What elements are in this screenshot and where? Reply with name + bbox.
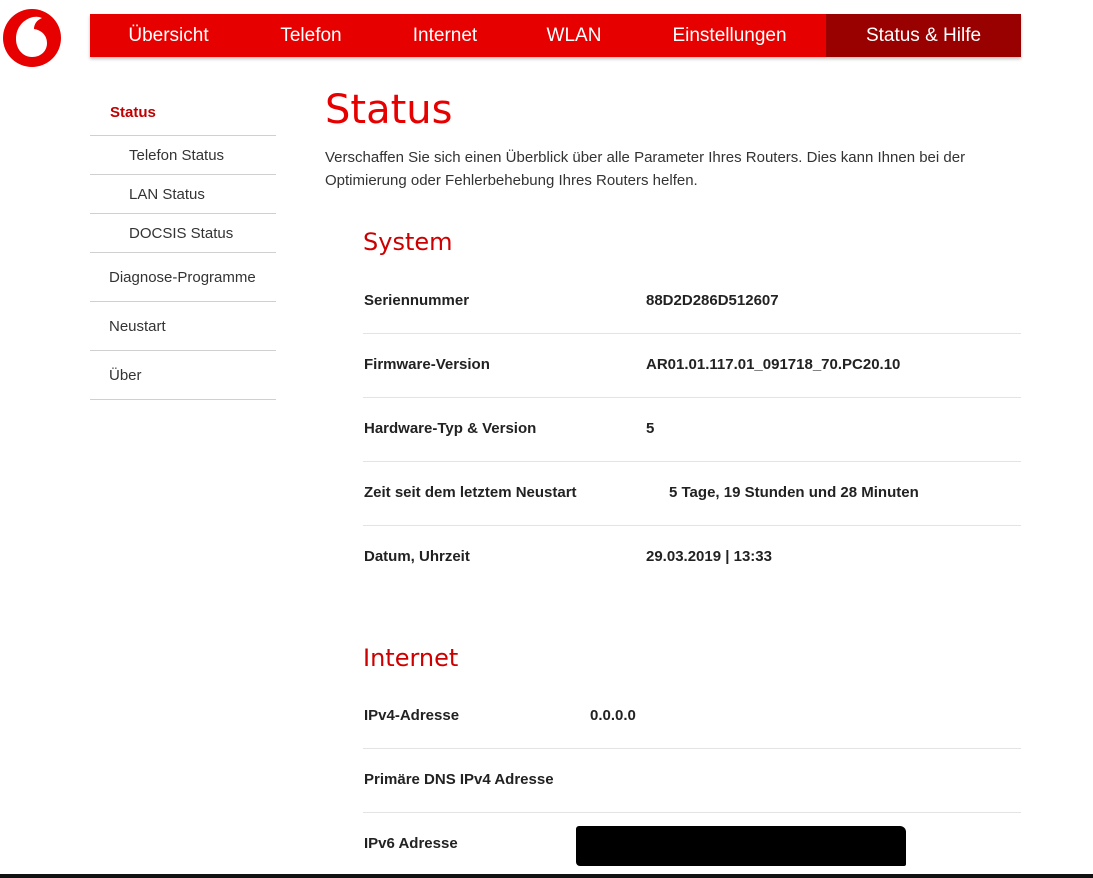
sidebar-item-docsis-status[interactable]: DOCSIS Status (90, 214, 276, 253)
row-label: Datum, Uhrzeit (364, 548, 470, 565)
sidebar-item-lan-status[interactable]: LAN Status (90, 175, 276, 214)
tab-status-hilfe[interactable]: Status & Hilfe (826, 14, 1021, 57)
row-value: 0.0.0.0 (590, 707, 636, 724)
row-value: AR01.01.117.01_091718_70.PC20.10 (646, 356, 901, 373)
table-row: Firmware-Version AR01.01.117.01_091718_7… (363, 334, 1021, 398)
sidebar-item-telefon-status[interactable]: Telefon Status (90, 136, 276, 175)
section-title-internet: Internet (363, 644, 459, 672)
vodafone-logo-icon (3, 9, 61, 67)
row-value: 29.03.2019 | 13:33 (646, 548, 772, 565)
row-label: Seriennummer (364, 292, 470, 309)
table-row: Hardware-Typ & Version 5 (363, 398, 1021, 462)
top-navigation: Übersicht Telefon Internet WLAN Einstell… (90, 14, 1021, 57)
row-label: IPv6 Adresse (364, 835, 458, 852)
tab-internet[interactable]: Internet (375, 14, 515, 57)
row-value: 88D2D286D512607 (646, 292, 779, 309)
tab-uebersicht[interactable]: Übersicht (90, 14, 247, 57)
tab-einstellungen[interactable]: Einstellungen (633, 14, 826, 57)
tab-telefon[interactable]: Telefon (247, 14, 375, 57)
page-title: Status (325, 87, 453, 133)
row-label: IPv4-Adresse (364, 707, 460, 724)
sidebar: Status Telefon Status LAN Status DOCSIS … (90, 90, 276, 400)
row-value: 5 Tage, 19 Stunden und 28 Minuten (669, 484, 919, 501)
row-label: Zeit seit dem letztem Neustart (364, 484, 577, 501)
table-row: Seriennummer 88D2D286D512607 (363, 270, 1021, 334)
row-label: Primäre DNS IPv4 Adresse (364, 771, 554, 788)
table-row: IPv4-Adresse 0.0.0.0 (363, 685, 1021, 749)
system-table: Seriennummer 88D2D286D512607 Firmware-Ve… (363, 270, 1021, 589)
window-bottom-edge (0, 874, 1093, 878)
table-row: Zeit seit dem letztem Neustart 5 Tage, 1… (363, 462, 1021, 526)
sidebar-item-neustart[interactable]: Neustart (90, 302, 276, 351)
sidebar-item-status[interactable]: Status (90, 90, 276, 136)
table-row: Datum, Uhrzeit 29.03.2019 | 13:33 (363, 526, 1021, 589)
sidebar-item-ueber[interactable]: Über (90, 351, 276, 400)
tab-wlan[interactable]: WLAN (515, 14, 633, 57)
table-row: Primäre DNS IPv4 Adresse (363, 749, 1021, 813)
row-label: Hardware-Typ & Version (364, 420, 537, 437)
redaction-mark (576, 826, 906, 866)
row-label: Firmware-Version (364, 356, 490, 373)
page-intro: Verschaffen Sie sich einen Überblick übe… (325, 149, 966, 189)
row-value: 5 (646, 420, 655, 437)
section-title-system: System (363, 228, 453, 256)
sidebar-item-diagnose-programme[interactable]: Diagnose-Programme (90, 253, 276, 302)
